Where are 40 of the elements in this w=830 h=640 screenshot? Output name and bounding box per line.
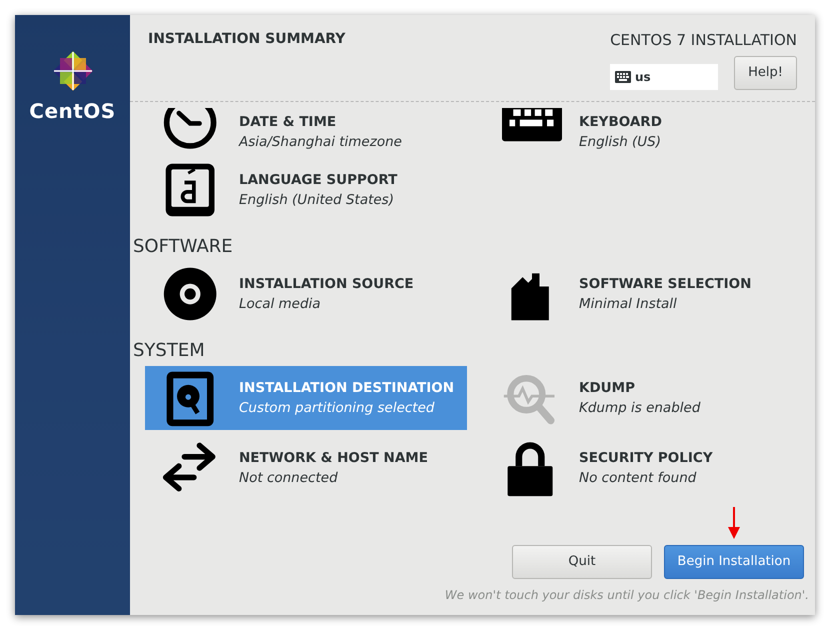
- spoke-title: SECURITY POLICY: [579, 448, 713, 468]
- hub-spoke[interactable]: SOFTWARE SELECTION Minimal Install: [485, 262, 807, 326]
- spoke-status: Local media: [239, 295, 322, 314]
- hub-spoke[interactable]: NETWORK & HOST NAME Not connected: [145, 436, 467, 500]
- spoke-title: LANGUAGE SUPPORT: [239, 170, 398, 190]
- spoke-title: INSTALLATION DESTINATION: [239, 378, 454, 398]
- logo-icon: [52, 50, 94, 92]
- hub-spoke[interactable]: KDUMP Kdump is enabled: [485, 366, 807, 430]
- spoke-status: Kdump is enabled: [579, 399, 700, 418]
- spoke-status: No content found: [579, 469, 698, 488]
- keyboard-icon: [615, 70, 631, 82]
- spoke-title: KDUMP: [579, 378, 636, 398]
- spoke-title: KEYBOARD: [579, 112, 662, 132]
- annotation-arrow: [728, 507, 740, 539]
- spoke-status: Minimal Install: [579, 295, 678, 314]
- spoke-status: Custom partitioning selected: [239, 399, 436, 418]
- hub-spoke[interactable]: LANGUAGE SUPPORT English (United States): [145, 158, 467, 222]
- spoke-status: English (United States): [239, 191, 395, 210]
- begin-installation-button[interactable]: Begin Installation: [664, 545, 804, 579]
- spoke-title: NETWORK & HOST NAME: [239, 448, 428, 468]
- section-title: SYSTEM: [132, 339, 206, 363]
- footer-note: We won't touch your disks until you click 'Begin Installation'.: [444, 587, 809, 604]
- hub-spoke[interactable]: KEYBOARD English (US): [485, 104, 807, 152]
- layout-value: us: [635, 68, 651, 86]
- product-title: CENTOS 7 INSTALLATION: [610, 30, 797, 51]
- spoke-status: English (US): [579, 132, 662, 152]
- logo-text: CentOS: [29, 98, 116, 125]
- hub-spoke[interactable]: INSTALLATION SOURCE Local media: [145, 262, 467, 326]
- section-title: SOFTWARE: [132, 235, 234, 259]
- page-title: INSTALLATION SUMMARY: [148, 30, 346, 49]
- keyboard-layout-field[interactable]: us: [610, 64, 718, 90]
- hub-spoke[interactable]: DATE & TIME Asia/Shanghai timezone: [145, 104, 467, 152]
- spoke-status: Not connected: [239, 469, 339, 488]
- quit-button[interactable]: Quit: [512, 545, 652, 579]
- hub-spoke[interactable]: SECURITY POLICY No content found: [485, 436, 807, 500]
- spoke-title: DATE & TIME: [239, 112, 338, 132]
- help-button[interactable]: Help!: [734, 56, 797, 90]
- spoke-status: Asia/Shanghai timezone: [239, 132, 402, 152]
- spoke-title: INSTALLATION SOURCE: [239, 274, 414, 294]
- spoke-title: SOFTWARE SELECTION: [579, 274, 752, 294]
